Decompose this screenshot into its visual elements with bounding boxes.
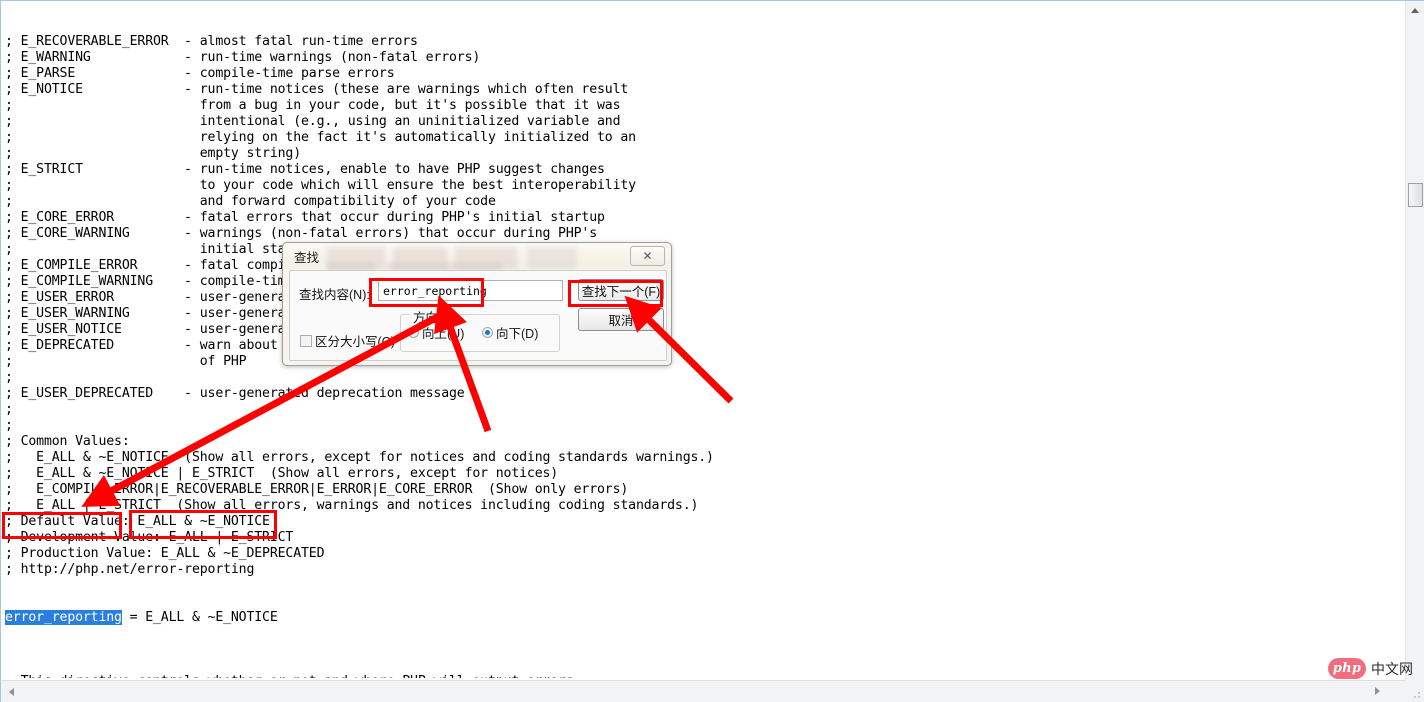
- resize-corner[interactable]: [1405, 680, 1424, 702]
- vertical-scrollbar[interactable]: [1405, 1, 1424, 680]
- direction-up-radio[interactable]: 向上(U): [408, 323, 464, 342]
- editor-window: ; E_RECOVERABLE_ERROR - almost fatal run…: [0, 0, 1424, 702]
- watermark: php 中文网: [1328, 658, 1413, 679]
- resize-grip-icon: [1411, 689, 1421, 699]
- cancel-button[interactable]: 取消: [578, 308, 664, 331]
- code-line: ; E_ALL & ~E_NOTICE (Show all errors, ex…: [5, 450, 714, 465]
- code-line: ; relying on the fact it's automatically…: [5, 130, 636, 145]
- annotation-box-find-next: [568, 280, 663, 307]
- code-line: ; E_STRICT - run-time notices, enable to…: [5, 162, 605, 177]
- code-line: ; empty string): [5, 146, 302, 161]
- direction-down-radio[interactable]: 向下(D): [482, 323, 538, 342]
- code-line: ; Common Values:: [5, 434, 130, 449]
- code-line: ; E_ALL & ~E_NOTICE | E_STRICT (Show all…: [5, 466, 559, 481]
- text-editor-canvas[interactable]: ; E_RECOVERABLE_ERROR - almost fatal run…: [2, 2, 1406, 678]
- code-line: ; intentional (e.g., using an uninitiali…: [5, 114, 621, 129]
- direction-down-label: 向下(D): [496, 327, 539, 341]
- radio-dot-selected-icon: [482, 327, 493, 338]
- annotation-box-selection: [2, 512, 122, 539]
- code-line: ; E_RECOVERABLE_ERROR - almost fatal run…: [5, 34, 418, 49]
- annotation-box-find-input: [369, 278, 484, 307]
- code-line: ; E_COMPILE_ERROR|E_RECOVERABLE_ERROR|E_…: [5, 482, 629, 497]
- code-line: ;: [5, 370, 13, 385]
- find-dialog-title: 查找: [294, 251, 320, 265]
- vertical-scrollbar-thumb[interactable]: [1408, 183, 1423, 207]
- code-line: ; and forward compatibility of your code: [5, 194, 496, 209]
- horizontal-scrollbar[interactable]: [1, 680, 1406, 702]
- find-dialog-titlebar[interactable]: 查找 ✕: [283, 243, 671, 272]
- scroll-up-icon[interactable]: [1406, 1, 1424, 19]
- code-line: ; This directive controls whether or not…: [5, 674, 714, 678]
- code-line: ; E_WARNING - run-time warnings (non-fat…: [5, 50, 481, 65]
- php-logo-icon: php: [1328, 658, 1366, 679]
- code-line: ;: [5, 418, 13, 433]
- code-line: ;: [5, 402, 13, 417]
- annotation-box-value: [129, 510, 277, 539]
- code-line: ; Production Value: E_ALL & ~E_DEPRECATE…: [5, 546, 325, 561]
- checkbox-box-icon: [300, 334, 312, 347]
- code-line: ; http://php.net/error-reporting: [5, 562, 255, 577]
- code-line: ; from a bug in your code, but it's poss…: [5, 98, 621, 113]
- code-line: ; E_USER_DEPRECATED - user-generated dep…: [5, 386, 465, 401]
- scroll-right-icon[interactable]: [1370, 684, 1384, 698]
- code-line: ; E_CORE_WARNING - warnings (non-fatal e…: [5, 226, 598, 241]
- match-case-checkbox[interactable]: 区分大小写(C): [300, 331, 395, 350]
- match-case-label: 区分大小写(C): [315, 335, 395, 349]
- code-line: ; E_CORE_ERROR - fatal errors that occur…: [5, 210, 605, 225]
- selected-match: error_reporting: [5, 610, 122, 625]
- close-icon[interactable]: ✕: [630, 246, 665, 266]
- code-line: ; E_PARSE - compile-time parse errors: [5, 66, 395, 81]
- radio-dot-icon: [408, 327, 419, 338]
- code-line: ; to your code which will ensure the bes…: [5, 178, 636, 193]
- code-lines-bottom: ; This directive controls whether or not…: [5, 658, 714, 678]
- watermark-text: 中文网: [1371, 661, 1413, 678]
- find-what-label: 查找内容(N):: [299, 288, 370, 302]
- direction-up-label: 向上(U): [422, 327, 465, 341]
- directive-value: = E_ALL & ~E_NOTICE: [121, 610, 278, 625]
- code-line: ; E_NOTICE - run-time notices (these are…: [5, 82, 629, 97]
- scroll-left-icon[interactable]: [4, 685, 18, 699]
- code-line-directive: error_reporting = E_ALL & ~E_NOTICE: [5, 610, 714, 626]
